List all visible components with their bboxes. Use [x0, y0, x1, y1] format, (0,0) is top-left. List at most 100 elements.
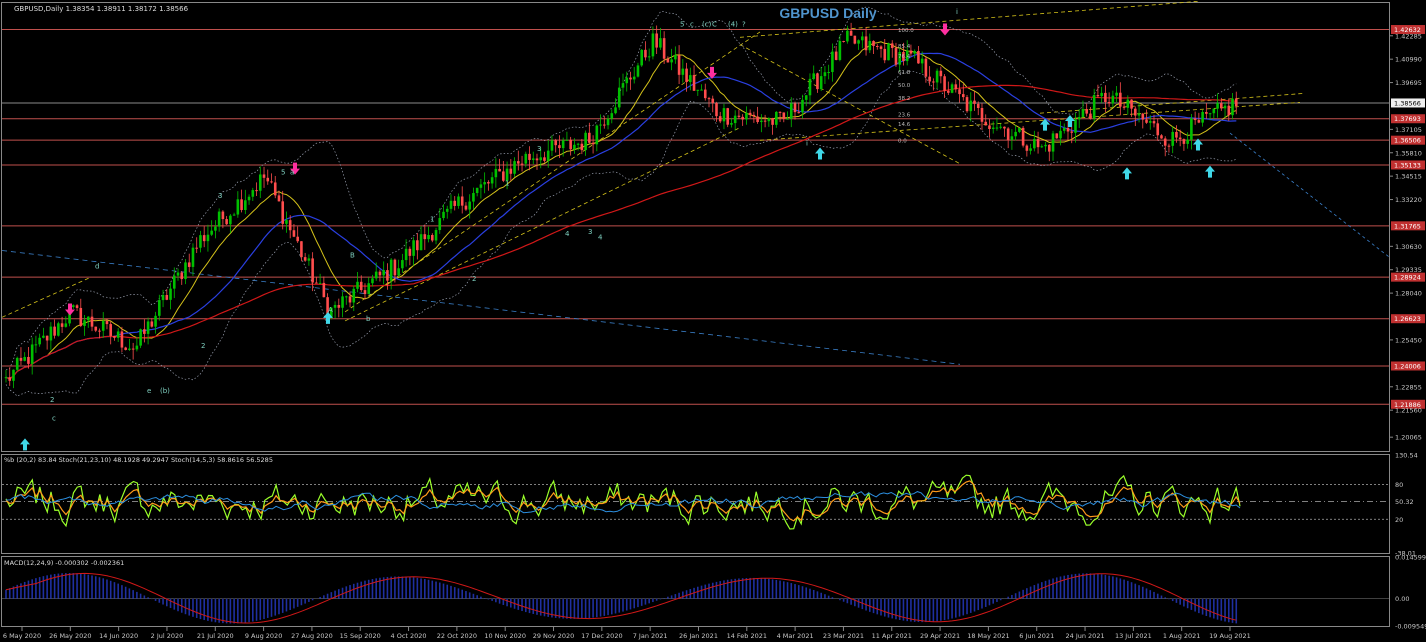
x-tick-label: 15 Sep 2020: [340, 632, 381, 640]
bull-candle: [599, 124, 602, 126]
bull-candle: [733, 115, 737, 124]
bear-candle: [1193, 118, 1197, 121]
bear-candle: [124, 347, 127, 350]
bear-candle: [554, 140, 557, 146]
bull-candle: [808, 78, 812, 96]
x-tick-label: 22 Oct 2020: [437, 632, 477, 640]
bull-candle: [775, 111, 778, 125]
bull-candle: [1126, 99, 1130, 108]
bull-candle: [539, 157, 543, 161]
wave-label: 5: [680, 20, 684, 28]
bear-candle: [359, 281, 363, 291]
macd-tick-label: -0.009549: [1395, 623, 1426, 631]
bear-candle: [797, 112, 801, 114]
bull-candle: [595, 125, 599, 145]
bear-candle: [311, 258, 314, 283]
y-tick-label: 1.20065: [1395, 434, 1422, 442]
bear-candle: [715, 103, 718, 117]
fib-level-label: 50.0: [898, 83, 911, 89]
wave-label: e: [147, 387, 151, 395]
bear-candle: [703, 89, 707, 99]
oscillator-tick-label: 80: [1395, 481, 1403, 489]
bear-candle: [778, 111, 782, 113]
oscillator-header: %b (20,2) 83.84 Stoch(21,23,10) 48.1928 …: [4, 456, 273, 464]
bull-candle: [244, 200, 247, 211]
bear-candle: [528, 153, 531, 160]
bear-candle: [1066, 128, 1070, 132]
bull-candle: [30, 344, 34, 364]
bear-candle: [834, 51, 838, 60]
bull-candle: [135, 345, 139, 350]
bull-candle: [442, 211, 445, 219]
bear-candle: [1220, 103, 1223, 109]
bull-candle: [625, 77, 629, 84]
bull-candle: [412, 240, 415, 256]
bear-candle: [816, 73, 819, 90]
bear-candle: [879, 46, 883, 49]
bull-candle: [1014, 131, 1017, 137]
bear-candle: [180, 272, 184, 280]
bear-candle: [273, 182, 277, 196]
bear-candle: [270, 181, 273, 183]
wave-label: (c): [702, 20, 712, 28]
bear-candle: [378, 271, 382, 276]
y-tick-label: 1.25450: [1395, 336, 1422, 344]
bear-candle: [8, 377, 12, 381]
bear-candle: [281, 201, 285, 224]
bear-candle: [707, 98, 711, 100]
bull-candle: [356, 281, 359, 289]
bull-candle: [700, 89, 703, 91]
bear-candle: [666, 58, 670, 63]
bull-candle: [801, 99, 804, 113]
bull-candle: [217, 211, 221, 227]
oscillator-tick-label: 130.54: [1395, 452, 1418, 460]
chart-title: GBPUSD Daily: [779, 5, 876, 21]
bear-candle: [221, 211, 225, 220]
bear-candle: [277, 195, 281, 202]
bear-candle: [947, 90, 950, 93]
bull-candle: [397, 268, 400, 276]
bear-candle: [79, 307, 83, 326]
bull-candle: [404, 248, 408, 261]
bear-candle: [662, 38, 666, 59]
bear-candle: [225, 219, 228, 225]
x-tick-label: 14 Feb 2021: [727, 632, 767, 640]
bull-candle: [479, 184, 483, 188]
x-tick-label: 6 May 2020: [3, 632, 41, 640]
bear-candle: [1055, 133, 1059, 139]
bear-candle: [120, 331, 124, 348]
bull-candle: [674, 55, 677, 60]
bull-candle: [434, 230, 438, 241]
y-tick-label: 1.21560: [1395, 407, 1422, 415]
bear-candle: [988, 125, 991, 129]
bull-candle: [935, 70, 939, 83]
bear-candle: [1182, 139, 1186, 144]
bear-candle: [27, 356, 30, 364]
y-tick-label: 1.34515: [1395, 173, 1422, 181]
bull-candle: [161, 294, 165, 301]
bear-candle: [1070, 131, 1074, 133]
bull-candle: [913, 51, 916, 54]
bull-candle: [1201, 111, 1204, 123]
bull-candle: [438, 218, 442, 231]
bull-candle: [64, 323, 68, 327]
wave-label: a: [290, 169, 294, 177]
bull-candle: [561, 140, 565, 149]
oscillator-tick-label: 50.32: [1395, 498, 1414, 506]
bull-candle: [640, 49, 643, 66]
wave-label: 1: [430, 216, 434, 224]
bear-candle: [984, 121, 988, 126]
x-tick-label: 27 Aug 2020: [291, 632, 333, 640]
bear-candle: [1025, 145, 1029, 151]
bull-candle: [169, 288, 172, 300]
fib-level-label: 61.8: [898, 70, 911, 76]
bull-candle: [1190, 118, 1193, 140]
x-tick-label: 17 Dec 2020: [581, 632, 623, 640]
bull-candle: [42, 335, 45, 338]
bull-candle: [229, 215, 232, 225]
bull-candle: [247, 196, 251, 201]
x-tick-label: 23 Mar 2021: [823, 632, 864, 640]
bull-candle: [606, 118, 610, 126]
bear-candle: [1234, 98, 1238, 107]
bear-candle: [588, 132, 591, 143]
